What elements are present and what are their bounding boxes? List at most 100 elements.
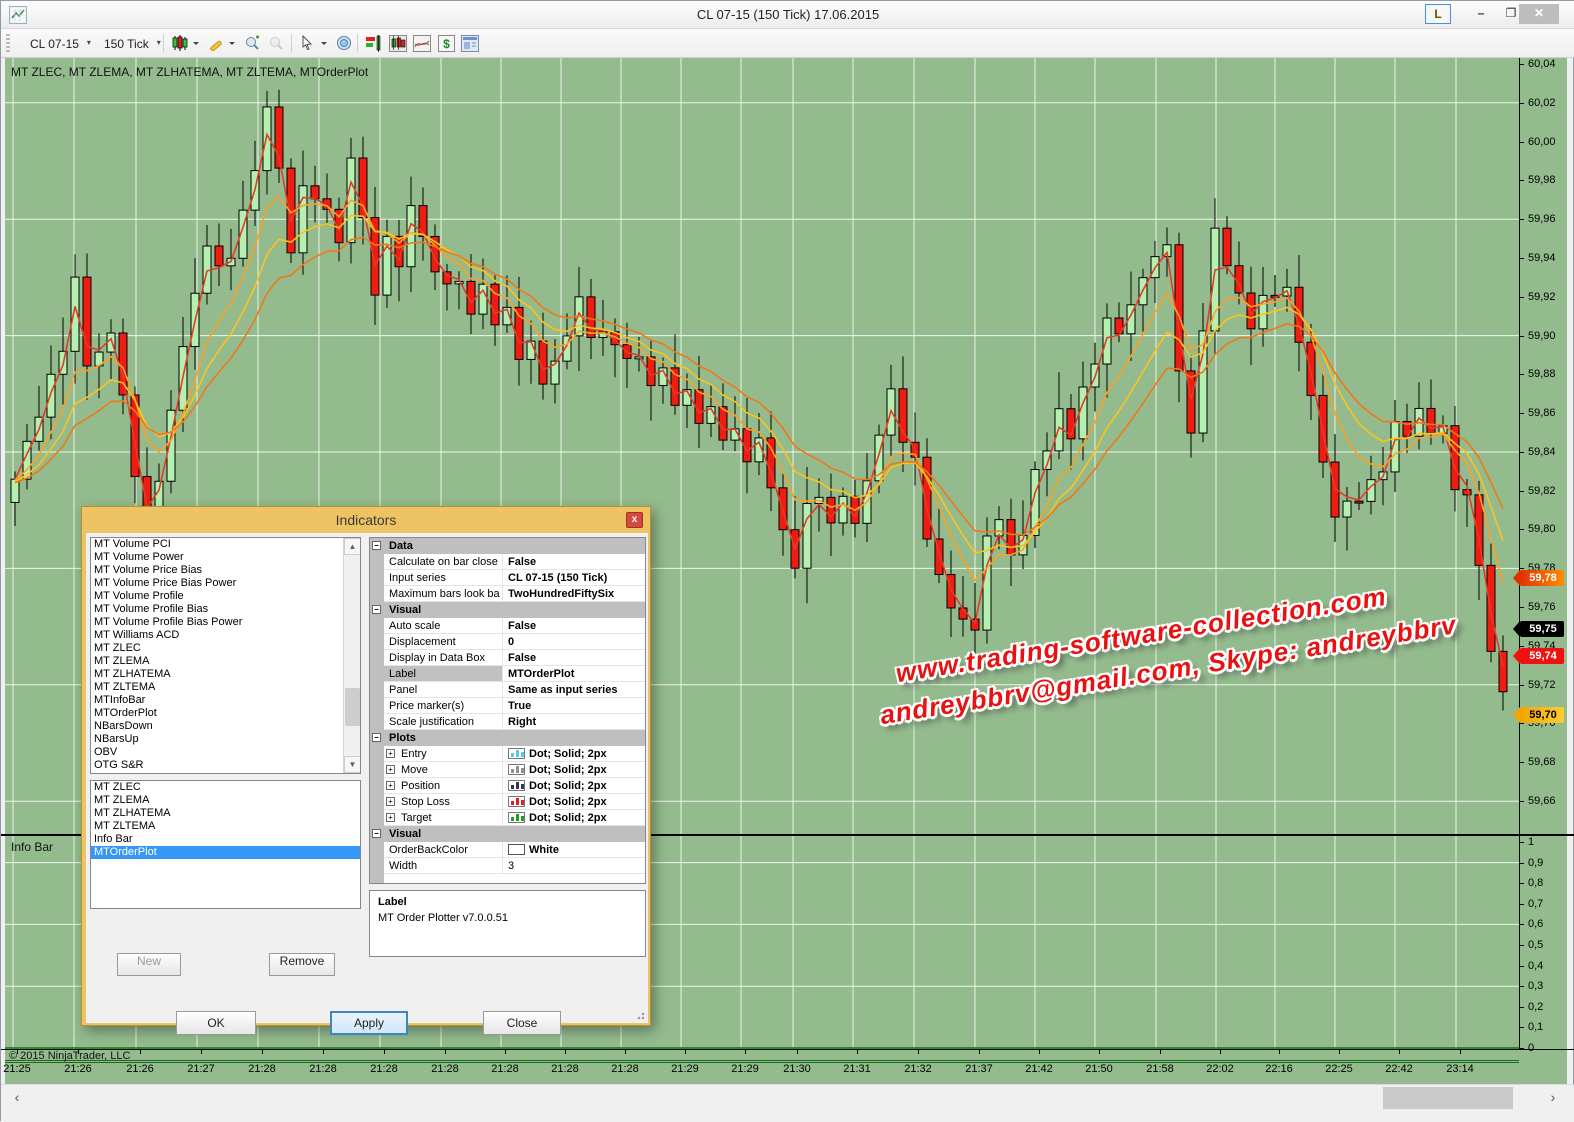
property-row[interactable]: +PositionDot; Solid; 2px [370, 778, 645, 794]
dialog-title[interactable]: Indicators [82, 507, 650, 533]
configured-indicator-item[interactable]: MTOrderPlot [91, 846, 360, 859]
configured-indicator-item[interactable]: MT ZLEMA [91, 794, 360, 807]
scroll-thumb[interactable] [345, 688, 360, 726]
property-row[interactable]: +EntryDot; Solid; 2px [370, 746, 645, 762]
zoom-out-button[interactable] [265, 33, 287, 54]
indicator-list-item[interactable]: MT Volume Profile [91, 590, 360, 603]
mini-chart-button[interactable] [411, 33, 433, 54]
property-name[interactable]: Maximum bars look ba [384, 586, 503, 602]
indicator-list-item[interactable]: OBV [91, 746, 360, 759]
indicator-list-item[interactable]: NBarsUp [91, 733, 360, 746]
property-row[interactable]: +MoveDot; Solid; 2px [370, 762, 645, 778]
property-value[interactable]: Dot; Solid; 2px [503, 778, 645, 794]
property-value[interactable]: Dot; Solid; 2px [503, 746, 645, 762]
indicator-list-item[interactable]: MT Volume PCI [91, 538, 360, 551]
indicator-list-item[interactable]: MT Volume Price Bias [91, 564, 360, 577]
collapse-icon[interactable]: − [372, 541, 381, 550]
scroll-left-icon[interactable]: ‹ [3, 1085, 31, 1112]
property-row[interactable]: Maximum bars look baTwoHundredFiftySix [370, 586, 645, 602]
property-name[interactable]: Entry [384, 746, 503, 762]
property-section-header[interactable]: −Visual [370, 602, 645, 618]
property-value[interactable]: MTOrderPlot [503, 666, 645, 682]
dialog-close-action-button[interactable]: Close [483, 1011, 561, 1035]
property-row[interactable]: Calculate on bar closeFalse [370, 554, 645, 570]
apply-button[interactable]: Apply [330, 1011, 408, 1035]
new-button[interactable]: New [117, 953, 181, 976]
property-value[interactable]: CL 07-15 (150 Tick) [503, 570, 645, 586]
indicator-list-item[interactable]: MT Volume Power [91, 551, 360, 564]
property-value[interactable]: Dot; Solid; 2px [503, 762, 645, 778]
indicator-list-item[interactable]: OTG S&R [91, 759, 360, 772]
account-data-button[interactable]: $ [435, 33, 457, 54]
property-name[interactable]: Display in Data Box [384, 650, 503, 666]
property-row[interactable]: Auto scaleFalse [370, 618, 645, 634]
cursor-tool-button[interactable] [297, 33, 319, 54]
property-row[interactable]: Scale justificationRight [370, 714, 645, 730]
draw-tool-button[interactable] [205, 33, 227, 54]
property-value[interactable]: 0 [503, 634, 645, 650]
indicator-list-item[interactable]: MT ZLTEMA [91, 681, 360, 694]
property-section-header[interactable]: −Data [370, 538, 645, 554]
property-name[interactable]: Calculate on bar close [384, 554, 503, 570]
property-name[interactable]: Move [384, 762, 503, 778]
configured-indicator-item[interactable]: Info Bar [91, 833, 360, 846]
collapse-icon[interactable]: − [372, 605, 381, 614]
dialog-resize-grip[interactable] [635, 1010, 645, 1020]
scroll-down-icon[interactable]: ▼ [344, 756, 361, 773]
chart-style-button[interactable] [169, 33, 191, 54]
property-name[interactable]: OrderBackColor [384, 842, 503, 858]
property-row[interactable]: Display in Data BoxFalse [370, 650, 645, 666]
property-row[interactable]: LabelMTOrderPlot [370, 666, 645, 682]
available-indicators-list[interactable]: MT Volume PCIMT Volume PowerMT Volume Pr… [90, 537, 361, 774]
property-name[interactable]: Target [384, 810, 503, 826]
property-row[interactable]: +TargetDot; Solid; 2px [370, 810, 645, 826]
property-name[interactable]: Input series [384, 570, 503, 586]
collapse-icon[interactable]: − [372, 733, 381, 742]
property-name[interactable]: Stop Loss [384, 794, 503, 810]
property-name[interactable]: Panel [384, 682, 503, 698]
property-value[interactable]: False [503, 650, 645, 666]
property-row[interactable]: OrderBackColorWhite [370, 842, 645, 858]
indicator-list-item[interactable]: MTInfoBar [91, 694, 360, 707]
expand-icon[interactable]: + [386, 813, 395, 822]
property-value[interactable]: Dot; Solid; 2px [503, 810, 645, 826]
property-name[interactable]: Label [384, 666, 503, 682]
property-value[interactable]: False [503, 554, 645, 570]
indicator-list-item[interactable]: MT ZLHATEMA [91, 668, 360, 681]
property-row[interactable]: Price marker(s)True [370, 698, 645, 714]
property-value[interactable]: Same as input series [503, 682, 645, 698]
draw-tool-caret-icon[interactable] [227, 33, 237, 54]
indicator-list-item[interactable]: MT Volume Price Bias Power [91, 577, 360, 590]
horizontal-scroll-thumb[interactable] [1383, 1087, 1513, 1109]
cursor-tool-caret-icon[interactable] [319, 33, 329, 54]
interval-dropdown[interactable]: 150 Tick [97, 33, 164, 54]
configured-indicator-item[interactable]: MT ZLHATEMA [91, 807, 360, 820]
scroll-right-icon[interactable]: › [1539, 1085, 1567, 1112]
property-name[interactable]: Width [384, 858, 503, 874]
property-section-header[interactable]: −Plots [370, 730, 645, 746]
property-row[interactable]: Displacement0 [370, 634, 645, 650]
minimize-button[interactable]: – [1467, 4, 1495, 24]
expand-icon[interactable]: + [386, 781, 395, 790]
property-value[interactable]: False [503, 618, 645, 634]
property-value[interactable]: True [503, 698, 645, 714]
dialog-close-button[interactable]: x [626, 512, 643, 528]
indicator-list-item[interactable]: MT Volume Profile Bias [91, 603, 360, 616]
configured-indicators-list[interactable]: MT ZLECMT ZLEMAMT ZLHATEMAMT ZLTEMAInfo … [90, 780, 361, 909]
property-name[interactable]: Position [384, 778, 503, 794]
indicator-list-item[interactable]: MT Volume Profile Bias Power [91, 616, 360, 629]
list-scrollbar[interactable]: ▲ ▼ [343, 538, 360, 773]
data-box-button[interactable] [333, 33, 355, 54]
market-analyzer-button[interactable] [363, 33, 385, 54]
property-row[interactable]: Input seriesCL 07-15 (150 Tick) [370, 570, 645, 586]
chart-trader-button[interactable] [387, 33, 409, 54]
property-value[interactable]: TwoHundredFiftySix [503, 586, 645, 602]
close-button[interactable]: ✕ [1519, 4, 1559, 24]
remove-button[interactable]: Remove [269, 953, 335, 976]
property-value[interactable]: Dot; Solid; 2px [503, 794, 645, 810]
chart-style-caret-icon[interactable] [191, 33, 201, 54]
scroll-up-icon[interactable]: ▲ [344, 538, 361, 555]
property-name[interactable]: Price marker(s) [384, 698, 503, 714]
property-name[interactable]: Auto scale [384, 618, 503, 634]
property-value[interactable]: Right [503, 714, 645, 730]
